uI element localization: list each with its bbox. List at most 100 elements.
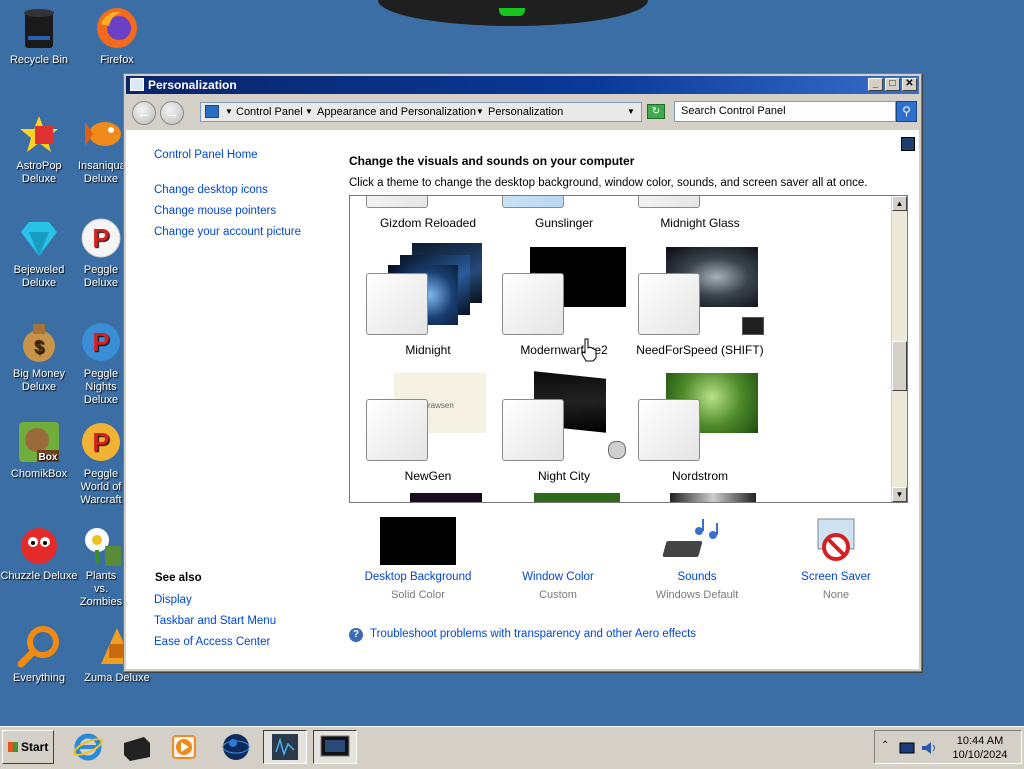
desktop-icon-recycle-bin[interactable]: Recycle Bin — [0, 6, 78, 67]
theme-swatch — [502, 399, 564, 461]
forward-button[interactable]: → — [160, 101, 184, 125]
address-bar[interactable]: ▼ Control Panel ▼ Appearance and Persona… — [200, 102, 642, 122]
media-player-icon — [172, 735, 196, 759]
device-icon — [124, 737, 150, 761]
control-panel-home-link[interactable]: Control Panel Home — [154, 149, 258, 161]
theme-nordstrom[interactable]: Nordstrom — [632, 369, 768, 495]
minimize-button[interactable]: _ — [868, 78, 883, 91]
desktop-icon-big-money[interactable]: $ Big Money Deluxe — [0, 320, 78, 394]
taskbar: Start ⌃ 10:44 AM 10/10/2024 — [0, 726, 1024, 769]
desktop-background-item[interactable]: Desktop Background Solid Color — [358, 517, 478, 601]
back-button[interactable]: ← — [132, 101, 156, 125]
start-button[interactable]: Start — [2, 730, 54, 764]
taskbar-personalization-window[interactable] — [313, 730, 357, 764]
theme-newgen[interactable]: rawsen NewGen — [360, 369, 496, 495]
chuzzle-icon — [17, 522, 61, 566]
taskbar-internet-explorer[interactable] — [66, 730, 110, 764]
insaniquarium-icon — [79, 112, 123, 156]
svg-text:P: P — [92, 427, 109, 457]
hand-cursor-icon — [581, 338, 597, 362]
sounds-value: Windows Default — [655, 589, 739, 601]
address-dropdown-icon[interactable]: ▼ — [627, 103, 635, 121]
change-desktop-icons-link[interactable]: Change desktop icons — [154, 184, 268, 196]
chomikbox-icon: Box — [17, 420, 61, 464]
theme-midnight[interactable]: Midnight — [360, 243, 496, 369]
taskbar-start-menu-link[interactable]: Taskbar and Start Menu — [154, 615, 276, 627]
theme-preview — [670, 493, 756, 502]
chevron-right-icon[interactable]: ▼ — [476, 103, 484, 121]
title-bar[interactable]: Personalization _ □ ✕ — [126, 76, 919, 94]
peggle-wow-icon: P — [79, 420, 123, 464]
close-button[interactable]: ✕ — [902, 78, 917, 91]
big-money-icon: $ — [17, 320, 61, 364]
system-tray: ⌃ 10:44 AM 10/10/2024 — [874, 730, 1022, 764]
svg-text:P: P — [92, 223, 109, 253]
taskbar-monitor-app[interactable] — [263, 730, 307, 764]
clock-time: 10:44 AM — [956, 735, 1004, 747]
sounds-link[interactable]: Sounds — [637, 571, 757, 583]
network-icon[interactable] — [899, 742, 915, 754]
scroll-down-button[interactable]: ▼ — [892, 487, 907, 502]
status-led — [499, 8, 525, 16]
desktop-background-link[interactable]: Desktop Background — [358, 571, 478, 583]
theme-list: Gizdom Reloaded Gunslinger Midnight Glas… — [349, 195, 908, 503]
show-hidden-icons-button[interactable]: ⌃ — [881, 740, 889, 751]
screen-saver-link[interactable]: Screen Saver — [776, 571, 896, 583]
svg-text:Box: Box — [39, 452, 58, 463]
sounds-item[interactable]: Sounds Windows Default — [637, 517, 757, 601]
theme-needforspeed-shift[interactable]: NeedForSpeed (SHIFT) — [632, 243, 768, 369]
scroll-up-button[interactable]: ▲ — [892, 196, 907, 211]
recycle-bin-icon — [17, 6, 61, 50]
theme-swatch — [502, 273, 564, 335]
desktop-icon-astropop[interactable]: AstroPop Deluxe — [0, 112, 78, 186]
change-account-picture-link[interactable]: Change your account picture — [154, 226, 301, 238]
theme-preview-badge — [742, 317, 764, 335]
help-icon[interactable] — [901, 137, 915, 151]
window-color-value: Custom — [539, 589, 577, 601]
control-panel-icon — [130, 78, 144, 91]
peggle-nights-icon: P — [79, 320, 123, 364]
clock[interactable]: 10:44 AM 10/10/2024 — [941, 734, 1019, 762]
desktop-icon-firefox[interactable]: Firefox — [78, 6, 156, 67]
chevron-right-icon[interactable]: ▼ — [305, 103, 313, 121]
theme-list-scrollbar[interactable]: ▲ ▼ — [891, 196, 907, 502]
search-input[interactable]: Search Control Panel — [674, 101, 896, 122]
theme-gunslinger[interactable]: Gunslinger — [496, 196, 632, 230]
theme-modernwarfare2[interactable]: Modernwarfare2 — [496, 243, 632, 369]
ease-of-access-link[interactable]: Ease of Access Center — [154, 636, 270, 648]
desktop-icon-chomikbox[interactable]: Box ChomikBox — [0, 420, 78, 481]
desktop-icon-everything[interactable]: Everything — [0, 624, 78, 685]
desktop-icon-insaniquarium[interactable]: Insaniquarium Deluxe — [78, 112, 124, 186]
theme-gizdom-reloaded[interactable]: Gizdom Reloaded — [360, 196, 496, 230]
scroll-thumb[interactable] — [892, 341, 907, 391]
window-color-link[interactable]: Window Color — [498, 571, 618, 583]
taskbar-media-device[interactable] — [114, 730, 158, 764]
window-color-item[interactable]: Window Color Custom — [498, 517, 618, 601]
breadcrumb-personalization[interactable]: Personalization — [488, 103, 563, 121]
svg-text:$: $ — [34, 337, 44, 357]
volume-icon[interactable] — [921, 741, 937, 755]
desktop-icon-peggle-nights[interactable]: P Peggle Nights Deluxe — [78, 320, 124, 407]
taskbar-media-player[interactable] — [162, 730, 206, 764]
desktop-icon-bejeweled[interactable]: Bejeweled Deluxe — [0, 216, 78, 290]
display-link[interactable]: Display — [154, 594, 192, 606]
desktop-icon-peggle[interactable]: P Peggle Deluxe — [78, 216, 124, 290]
maximize-button[interactable]: □ — [885, 78, 900, 91]
desktop-icon-peggle-wow[interactable]: P Peggle World of Warcraft — [78, 420, 124, 507]
theme-night-city[interactable]: Night City — [496, 369, 632, 495]
screen-saver-item[interactable]: Screen Saver None — [776, 517, 896, 601]
troubleshoot-link[interactable]: Troubleshoot problems with transparency … — [370, 628, 696, 640]
desktop-icon-plants-vs-zombies[interactable]: Plants vs. Zombies — [78, 522, 124, 609]
breadcrumb-control-panel[interactable]: Control Panel — [236, 103, 303, 121]
change-mouse-pointers-link[interactable]: Change mouse pointers — [154, 205, 276, 217]
desktop-icon-chuzzle[interactable]: Chuzzle Deluxe — [0, 522, 78, 583]
search-button[interactable]: ⚲ — [896, 101, 917, 122]
screen-saver-value: None — [822, 589, 850, 601]
theme-midnight-glass[interactable]: Midnight Glass — [632, 196, 768, 230]
breadcrumb-appearance[interactable]: Appearance and Personalization — [317, 103, 476, 121]
screen-saver-icon — [798, 517, 874, 565]
theme-preview — [410, 493, 482, 502]
taskbar-globe[interactable] — [214, 730, 258, 764]
refresh-button[interactable]: ↻ — [647, 104, 665, 119]
desktop-background-preview — [380, 517, 456, 565]
